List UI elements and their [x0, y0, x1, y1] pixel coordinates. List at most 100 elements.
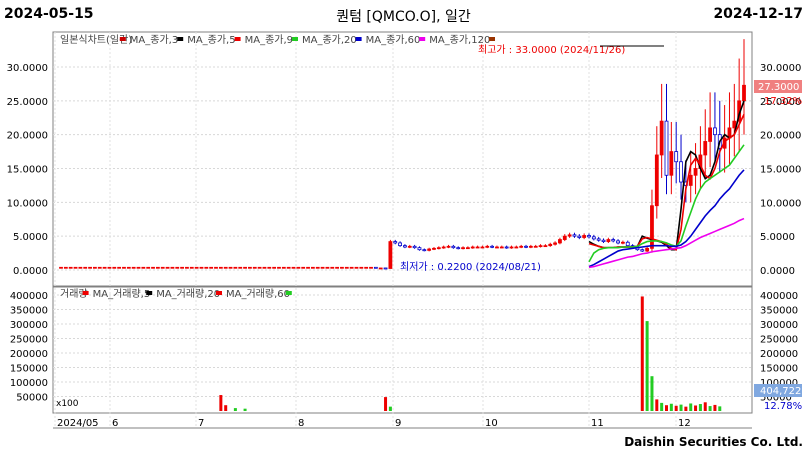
candle-body — [73, 266, 78, 269]
volume-tick-left: 100000 — [10, 378, 48, 389]
candle-body — [189, 266, 194, 269]
candle-body — [679, 161, 683, 183]
candle-body — [344, 266, 349, 269]
candle-body — [286, 266, 291, 269]
candle-body — [412, 245, 417, 249]
candle-body — [112, 266, 117, 269]
volume-scale-note: x100 — [56, 399, 79, 409]
candle-body — [199, 266, 204, 269]
candle-body — [577, 235, 582, 238]
candle-body — [291, 266, 296, 269]
candle-body — [373, 266, 378, 269]
candle-body — [645, 247, 650, 252]
candle-body — [63, 266, 68, 269]
candle-body — [267, 266, 272, 269]
candle-body — [422, 249, 427, 252]
candle-body — [650, 205, 654, 249]
candle-body — [102, 266, 107, 269]
candle-body — [548, 243, 553, 247]
candle-body — [538, 245, 543, 248]
last-volume: 404,722 — [760, 386, 801, 397]
volume-tick-left: 300000 — [10, 320, 48, 331]
price-tick-right: 0.0000 — [760, 266, 795, 277]
volume-tick-left: 200000 — [10, 349, 48, 360]
legend-swatch — [119, 37, 126, 41]
volume-bar — [679, 404, 683, 411]
volume-legend-label: MA_거래량,5 — [93, 288, 151, 300]
candle-body — [354, 266, 359, 269]
price-tick-right: 15.0000 — [760, 165, 801, 176]
price-tick-left: 15.0000 — [7, 165, 48, 176]
candle-body — [204, 266, 209, 269]
candle-body — [499, 246, 504, 249]
volume-bar — [674, 405, 678, 411]
candle-body — [335, 266, 340, 269]
candle-body — [742, 84, 746, 102]
candle-body — [301, 266, 306, 269]
volume-tick-left: 50000 — [16, 393, 48, 404]
candle-body — [151, 266, 155, 269]
candle-body — [398, 242, 402, 247]
candle-body — [146, 266, 151, 269]
candle-body — [122, 266, 126, 269]
x-tick-label: 10 — [485, 418, 498, 429]
candle-body — [625, 241, 630, 247]
price-tick-left: 20.0000 — [7, 131, 48, 142]
volume-bar — [660, 402, 664, 411]
candle-body — [441, 246, 446, 249]
candle-body — [83, 266, 88, 269]
candle-body — [214, 266, 218, 269]
candle-body — [180, 266, 184, 269]
volume-tick-left: 150000 — [10, 364, 48, 375]
candle-body — [325, 266, 330, 269]
candle-body — [393, 241, 398, 244]
last-price: 27.3000 — [758, 82, 799, 93]
candle-body — [688, 174, 693, 186]
volume-bar — [219, 395, 223, 411]
x-tick-label: 7 — [198, 418, 204, 429]
volume-tick-left: 350000 — [10, 306, 48, 317]
provider-label: Daishin Securities Co. Ltd. — [624, 435, 803, 449]
x-tick-label: 12 — [678, 418, 691, 429]
x-tick-label: 9 — [395, 418, 401, 429]
candle-body — [490, 245, 495, 248]
candle-body — [674, 151, 679, 163]
price-tick-left: 0.0000 — [13, 266, 48, 277]
candle-body — [141, 266, 146, 269]
candle-body — [117, 266, 122, 269]
candle-body — [272, 266, 277, 269]
volume-bar — [645, 321, 649, 411]
candle-body — [403, 245, 407, 248]
last-change: 17.32% — [764, 96, 802, 107]
candle-body — [572, 234, 577, 237]
candle-body — [252, 266, 257, 269]
candle-body — [306, 266, 310, 269]
candle-body — [509, 246, 514, 249]
volume-bar — [694, 405, 698, 411]
price-tick-right: 10.0000 — [760, 198, 801, 209]
candle-body — [558, 239, 562, 244]
candle-body — [654, 154, 659, 207]
candle-body — [616, 240, 620, 244]
candle-body — [330, 266, 335, 269]
volume-bar — [684, 406, 688, 411]
candle-body — [165, 266, 170, 269]
candle-body — [456, 247, 461, 250]
candle-body — [340, 266, 344, 269]
legend-label: MA_종가,5 — [187, 34, 235, 46]
legend-label: MA_종가,60 — [366, 34, 421, 46]
volume-legend-label: MA_거래량,60 — [226, 288, 290, 300]
stock-chart: 30.0000 30.000025.0000 25.000020.0000 20.00… — [7, 31, 802, 429]
candle-body — [93, 266, 97, 269]
price-tick-left: 30.0000 — [7, 63, 48, 74]
candle-body — [238, 266, 243, 269]
candle-body — [659, 120, 664, 156]
volume-tick-right: 400000 — [760, 291, 798, 302]
candle-body — [713, 127, 717, 136]
candle-body — [155, 266, 160, 269]
candle-body — [451, 245, 456, 249]
candle-body — [519, 245, 524, 248]
candle-body — [436, 247, 441, 250]
candle-body — [383, 267, 388, 270]
candle-body — [388, 241, 393, 269]
